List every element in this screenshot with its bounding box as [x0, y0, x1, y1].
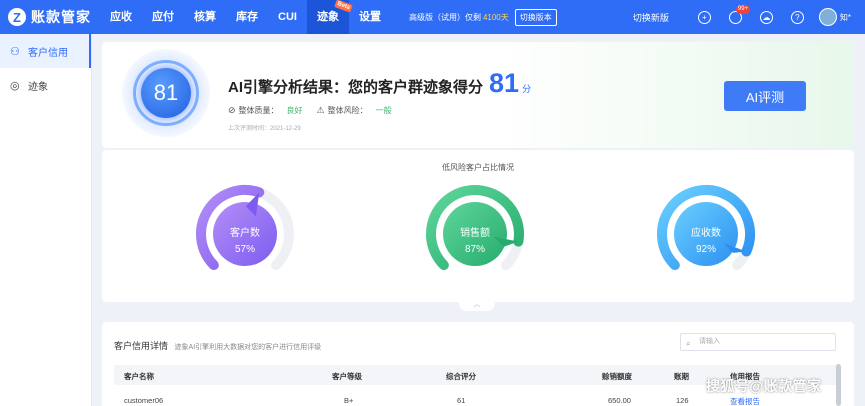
col-header-score: 综合评分 [446, 372, 476, 381]
nav-item-signals-label: 迹象 [316, 11, 339, 23]
score-card: 81 AI引擎分析结果：您的客户群迹象得分 81 分 ⊘ 整体质量： 良好 ⚠ … [102, 42, 854, 148]
risk-value: 一般 [375, 106, 392, 115]
gauge-value: 92% [695, 244, 716, 255]
search-icon: ⌕ [686, 339, 691, 348]
cloud-icon[interactable]: ☁ [759, 10, 773, 24]
search-input[interactable]: ⌕ 请输入 [680, 333, 836, 351]
quality-metric: ⊘ 整体质量： 良好 [228, 105, 303, 116]
radar-icon: ◎ [10, 79, 20, 92]
right-tools: 切换新版 + 99+ ☁ ? 知* [633, 4, 865, 26]
score-metrics: ⊘ 整体质量： 良好 ⚠ 整体风险： 一般 [228, 105, 406, 116]
chevron-up-icon: ︿ [473, 301, 481, 308]
cell-credit: 650.00 [608, 396, 631, 405]
score-value: 81 [489, 68, 520, 98]
score-ring-value: 81 [141, 68, 191, 118]
user-name[interactable]: 知* [840, 12, 851, 23]
risk-label: 整体风险： [327, 106, 368, 115]
view-report-link[interactable]: 查看报告 [730, 396, 760, 406]
help-icon[interactable]: ? [790, 10, 804, 24]
nav-item-settings[interactable]: 设置 [349, 0, 391, 34]
plan-text: 高级版（试用）仅剩 [408, 12, 481, 22]
risk-metric: ⚠ 整体风险： 一般 [317, 105, 392, 116]
plan-days: 4100天 [482, 12, 509, 22]
quality-label: 整体质量： [238, 106, 279, 115]
cell-period: 126 [676, 396, 689, 405]
score-ring-border: 81 [133, 60, 199, 126]
sidebar-item-label: 迹象 [28, 81, 48, 93]
gauge-value: 87% [464, 244, 485, 255]
sidebar-item-signals[interactable]: ◎ 迹象 [0, 68, 91, 102]
switch-version-button[interactable]: 切换版本 [514, 8, 557, 26]
collapse-toggle[interactable]: ︿ [459, 301, 495, 311]
table-subtitle: 迹象AI引擎利用大数据对您的客户进行信用评级 [174, 344, 322, 351]
scrollbar[interactable] [836, 364, 841, 406]
gauge-sales: 销售额 87% [418, 184, 532, 284]
user-icon: ⚇ [10, 45, 20, 58]
cell-level: B+ [344, 396, 354, 405]
nav-item-signals[interactable]: 迹象 Beta [306, 0, 353, 34]
gauge-value: 57% [234, 244, 255, 255]
avatar[interactable] [818, 8, 837, 26]
watermark: 搜狐号@账款管家 [706, 378, 822, 394]
last-eval-time: 上次评测时间：2021-12-29 [228, 126, 301, 132]
cell-name: customer06 [124, 396, 164, 405]
nav-item-receivable[interactable]: 应收 [100, 0, 142, 34]
warning-icon: ⚠ [316, 105, 325, 115]
app-logo[interactable]: Z 账款管家 [8, 7, 96, 27]
gauge-label: 应收数 [691, 228, 721, 239]
score-title-text: AI引擎分析结果：您的客户群迹象得分 [228, 79, 484, 96]
score-title: AI引擎分析结果：您的客户群迹象得分 81 分 [228, 68, 531, 99]
nav-item-cui[interactable]: CUI [268, 0, 307, 34]
gauge-card: 低风险客户占比情况 客户数 57% 销售额 87% 应收数 92% [102, 150, 854, 302]
col-header-level: 客户等级 [332, 372, 362, 381]
col-header-name: 客户名称 [124, 372, 154, 381]
sidebar-item-customer-credit[interactable]: ⚇ 客户信用 [0, 34, 91, 68]
sidebar-item-label: 客户信用 [28, 47, 68, 59]
nav-item-payable[interactable]: 应付 [142, 0, 184, 34]
table-title: 客户信用详情 迹象AI引擎利用大数据对您的客户进行信用评级 [114, 339, 321, 352]
sidebar: ⚇ 客户信用 ◎ 迹象 [0, 34, 92, 406]
ai-evaluate-button[interactable]: AI评测 [724, 81, 806, 111]
bell-icon[interactable]: 99+ [728, 4, 751, 24]
nav-item-accounting[interactable]: 核算 [184, 0, 226, 34]
col-header-credit: 赊销额度 [602, 372, 632, 381]
gauge-customer-count: 客户数 57% [188, 184, 302, 284]
check-circle-icon: ⊘ [228, 105, 236, 115]
gauge-receivables: 应收数 92% [649, 184, 763, 284]
plan-info: 高级版（试用）仅剩 4100天 切换版本 [408, 8, 557, 26]
main-nav: 应收 应付 核算 库存 CUI 迹象 Beta 设置 [100, 0, 391, 34]
notice-badge: 99+ [735, 4, 751, 14]
col-header-period: 账期 [674, 372, 689, 381]
nav-item-inventory[interactable]: 库存 [226, 0, 268, 34]
search-placeholder: 请输入 [699, 338, 720, 345]
table-title-text: 客户信用详情 [114, 341, 169, 351]
cell-score: 61 [457, 396, 466, 405]
switch-new-version-link[interactable]: 切换新版 [633, 11, 669, 24]
top-nav-bar: Z 账款管家 应收 应付 核算 库存 CUI 迹象 Beta 设置 高级版（试用… [0, 0, 865, 34]
app-name: 账款管家 [31, 9, 91, 25]
gauge-label: 销售额 [460, 228, 490, 239]
score-unit: 分 [522, 84, 532, 94]
gauge-title: 低风险客户占比情况 [442, 163, 514, 172]
gauge-label: 客户数 [230, 228, 260, 239]
logo-mark: Z [8, 8, 26, 26]
quality-value: 良好 [286, 106, 303, 115]
add-icon[interactable]: + [697, 10, 711, 24]
score-ring: 81 [122, 49, 210, 137]
